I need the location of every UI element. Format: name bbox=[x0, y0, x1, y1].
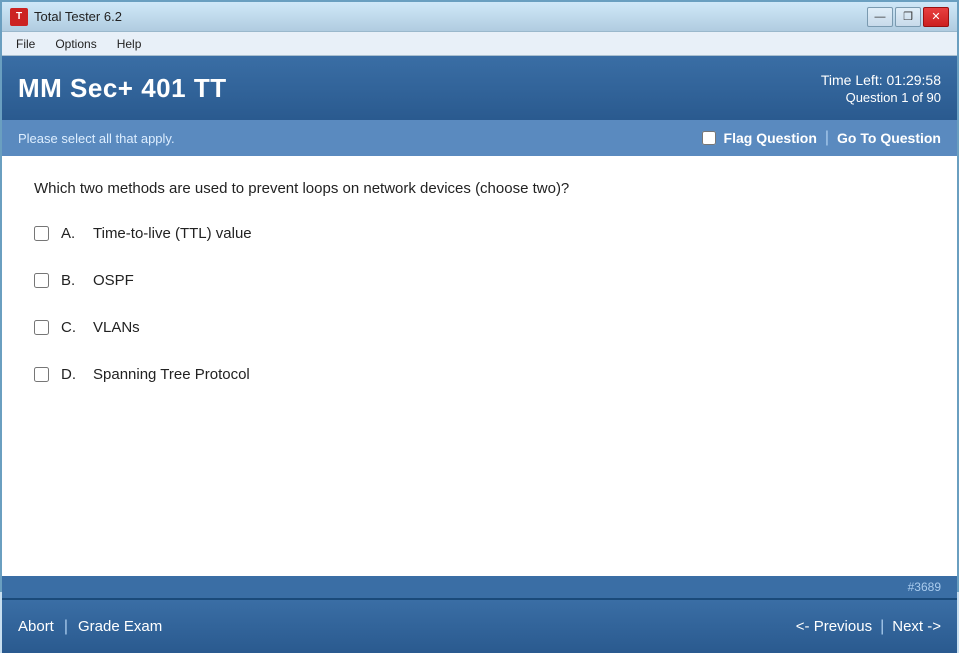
checkbox-b[interactable] bbox=[34, 273, 49, 288]
abort-button[interactable]: Abort bbox=[18, 618, 54, 635]
answer-text-b: OSPF bbox=[93, 272, 134, 289]
restore-button[interactable]: ❒ bbox=[895, 7, 921, 27]
timer-label: Time Left: bbox=[821, 72, 883, 88]
question-id-bar: #3689 bbox=[2, 576, 957, 598]
answer-text-a: Time-to-live (TTL) value bbox=[93, 225, 252, 242]
title-bar: T Total Tester 6.2 — ❒ ✕ bbox=[2, 2, 957, 32]
bottom-left: Abort | Grade Exam bbox=[18, 618, 162, 636]
flag-section: Flag Question | Go To Question bbox=[702, 129, 941, 147]
next-button[interactable]: Next -> bbox=[892, 618, 941, 635]
close-button[interactable]: ✕ bbox=[923, 7, 949, 27]
grade-exam-button[interactable]: Grade Exam bbox=[78, 618, 162, 635]
answer-letter-b: B. bbox=[61, 272, 81, 289]
answer-text-d: Spanning Tree Protocol bbox=[93, 366, 250, 383]
window-controls: — ❒ ✕ bbox=[867, 7, 949, 27]
title-bar-left: T Total Tester 6.2 bbox=[10, 8, 122, 26]
checkbox-d[interactable] bbox=[34, 367, 49, 382]
window-title: Total Tester 6.2 bbox=[34, 9, 122, 24]
answer-option-a: A. Time-to-live (TTL) value bbox=[34, 225, 925, 242]
content-wrapper: Which two methods are used to prevent lo… bbox=[2, 156, 957, 576]
timer-display: Time Left: 01:29:58 bbox=[821, 72, 941, 88]
answer-text-c: VLANs bbox=[93, 319, 140, 336]
answer-letter-c: C. bbox=[61, 319, 81, 336]
answer-option-b: B. OSPF bbox=[34, 272, 925, 289]
checkbox-c[interactable] bbox=[34, 320, 49, 335]
menu-file[interactable]: File bbox=[6, 35, 45, 53]
question-text: Which two methods are used to prevent lo… bbox=[34, 180, 925, 197]
header-band: MM Sec+ 401 TT Time Left: 01:29:58 Quest… bbox=[2, 56, 957, 120]
bottom-pipe1: | bbox=[64, 618, 68, 636]
answer-letter-d: D. bbox=[61, 366, 81, 383]
flag-separator: | bbox=[825, 129, 829, 147]
menu-bar: File Options Help bbox=[2, 32, 957, 56]
nav-separator: | bbox=[880, 618, 884, 636]
sub-header: Please select all that apply. Flag Quest… bbox=[2, 120, 957, 156]
exam-title: MM Sec+ 401 TT bbox=[18, 73, 227, 104]
answer-option-d: D. Spanning Tree Protocol bbox=[34, 366, 925, 383]
menu-help[interactable]: Help bbox=[107, 35, 152, 53]
select-instruction: Please select all that apply. bbox=[18, 131, 175, 146]
bottom-right: <- Previous | Next -> bbox=[796, 618, 941, 636]
minimize-button[interactable]: — bbox=[867, 7, 893, 27]
previous-button[interactable]: <- Previous bbox=[796, 618, 872, 635]
question-area: Which two methods are used to prevent lo… bbox=[2, 156, 957, 576]
flag-label[interactable]: Flag Question bbox=[724, 130, 817, 146]
bottom-bar: Abort | Grade Exam <- Previous | Next -> bbox=[2, 598, 957, 653]
app-icon: T bbox=[10, 8, 28, 26]
answer-option-c: C. VLANs bbox=[34, 319, 925, 336]
timer-section: Time Left: 01:29:58 Question 1 of 90 bbox=[821, 72, 941, 105]
goto-question-label[interactable]: Go To Question bbox=[837, 130, 941, 146]
timer-value: 01:29:58 bbox=[887, 72, 942, 88]
flag-checkbox[interactable] bbox=[702, 131, 716, 145]
menu-options[interactable]: Options bbox=[45, 35, 106, 53]
question-info: Question 1 of 90 bbox=[821, 90, 941, 105]
checkbox-a[interactable] bbox=[34, 226, 49, 241]
answer-letter-a: A. bbox=[61, 225, 81, 242]
